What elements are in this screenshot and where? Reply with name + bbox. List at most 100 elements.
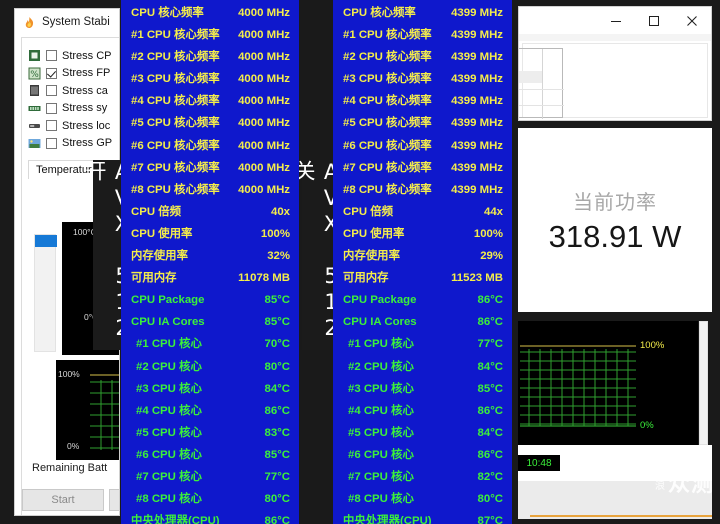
sensor-row-value: 44x [483,205,503,218]
sensor-row-value: 4000 MHz [238,139,290,152]
sensor-row-value: 4399 MHz [451,161,503,174]
sensor-row: #8 CPU 核心 80°C [131,493,290,516]
sensor-row: #4 CPU 核心 86°C [131,404,290,428]
sensor-row-value: 86°C [477,448,503,461]
sensor-row-label: #7 CPU 核心 [136,470,202,483]
right-usage-graph: 100% 0% [518,321,698,445]
maximize-button[interactable] [635,7,673,34]
sensor-row: CPU 使用率 100% [343,227,503,251]
sensor-row-label: CPU 核心频率 [343,7,416,19]
start-button[interactable]: Start [22,489,104,511]
sensor-row-value: 4399 MHz [451,7,503,19]
sensor-row-label: #4 CPU 核心频率 [343,95,432,108]
secondary-button[interactable] [109,489,119,511]
background-window-title-bar[interactable] [519,7,711,34]
sensor-row-value: 82°C [477,470,503,483]
sensor-row-value: 80°C [264,360,290,373]
stress-label-memory: Stress sy [62,102,108,115]
sensor-row-label: #1 CPU 核心频率 [343,29,432,42]
sensor-row: CPU Package 86°C [343,294,503,317]
load-axis-min-label: 0% [67,441,80,451]
sensor-row: 内存使用率 29% [343,250,503,273]
sensor-row-value: 86°C [264,404,290,417]
stress-checkbox-memory[interactable] [46,102,57,114]
sensor-row: #2 CPU 核心 84°C [343,361,503,384]
flame-icon [23,16,36,29]
sensor-row: #3 CPU 核心 84°C [131,383,290,406]
sensor-row-value: 4000 MHz [238,29,290,42]
stress-checkbox-cache[interactable] [46,85,57,97]
stress-checkbox-disk[interactable] [46,120,57,132]
sensor-row: #8 CPU 核心频率 4399 MHz [343,184,503,207]
cache-icon [30,85,39,97]
current-power-value: 318.91 W [548,218,682,254]
gpu-icon [28,138,41,148]
sensor-row: #7 CPU 核心频率 4399 MHz [343,161,503,185]
sensor-row-label: CPU 使用率 [343,227,405,240]
stress-option-cache[interactable]: Stress ca [28,82,119,100]
stress-option-gpu[interactable]: Stress GP [28,135,119,153]
sensor-row-label: #5 CPU 核心 [136,426,202,439]
sensor-row-value: 11078 MB [238,272,290,285]
sensor-row-value: 11523 MB [451,272,503,285]
stress-option-cpu[interactable]: Stress CP [28,47,119,65]
sensor-row: 内存使用率 32% [131,250,290,273]
button-row: Start [22,489,119,511]
stress-checkbox-gpu[interactable] [46,137,57,149]
minimize-button[interactable] [597,7,635,34]
stress-checkbox-cpu[interactable] [46,50,57,62]
stress-label-cache: Stress ca [62,84,108,97]
sensor-row-label: #3 CPU 核心频率 [343,73,432,86]
sensor-row-label: #8 CPU 核心频率 [131,183,220,196]
sensor-row: #3 CPU 核心频率 4399 MHz [343,73,503,96]
sensor-row: #6 CPU 核心频率 4399 MHz [343,140,503,163]
current-power-card: 当前功率 318.91 W [518,128,712,312]
sensor-row: #7 CPU 核心频率 4000 MHz [131,161,290,185]
sensor-row-value: 4000 MHz [238,161,290,174]
minimize-icon [611,20,621,22]
slider-thumb[interactable] [35,235,57,247]
svg-text:%: % [30,70,39,80]
sensor-row-value: 84°C [477,426,503,439]
sensor-row-label: #5 CPU 核心频率 [131,117,220,130]
sensor-row: #2 CPU 核心 80°C [131,360,290,384]
sensor-row: CPU 倍频 40x [131,206,290,229]
sensor-row-value: 85°C [264,448,290,461]
stress-label-cpu: Stress CP [62,49,112,62]
sensor-row-label: #4 CPU 核心 [136,404,202,417]
sensor-row: #1 CPU 核心频率 4000 MHz [131,29,290,52]
sensor-row-value: 4000 MHz [238,95,290,108]
sensor-row: #3 CPU 核心 85°C [343,383,503,406]
sensor-row: CPU IA Cores 86°C [343,316,503,339]
stress-label-fpu: Stress FP [62,67,111,80]
stress-checkbox-fpu[interactable] [46,67,57,79]
close-button[interactable] [673,7,711,34]
stress-label-gpu: Stress GP [62,137,113,150]
sensor-row: #5 CPU 核心频率 4000 MHz [131,118,290,140]
sensor-row: #6 CPU 核心 86°C [343,448,503,472]
sensor-row-label: CPU IA Cores [131,316,205,329]
sensor-row-value: 29% [480,250,503,263]
sensor-row-label: #3 CPU 核心频率 [131,73,220,86]
avx512-off-label: AVX 512 关 [292,160,343,350]
sensor-row-value: 32% [267,250,290,263]
graph-scroll-slider[interactable] [34,234,57,352]
sensor-row: #8 CPU 核心 80°C [343,493,503,516]
sensor-row-value: 86°C [477,404,503,417]
sensor-row-value: 83°C [264,426,290,439]
sensor-row: #8 CPU 核心频率 4000 MHz [131,183,290,207]
sensor-row: CPU Package 85°C [131,294,290,317]
stress-option-disk[interactable]: Stress loc [28,117,119,135]
sensor-row-label: #7 CPU 核心频率 [131,161,220,174]
sensor-row-label: CPU 倍频 [343,205,393,218]
sensor-row-value: 4399 MHz [451,29,503,42]
right-graph-min-label: 0% [640,420,654,431]
stress-option-fpu[interactable]: % Stress FP [28,65,119,83]
cpu-icon [29,50,40,62]
aida64-title-bar[interactable]: System Stabi [15,9,119,35]
sensor-row-value: 86°C [477,294,503,307]
sensor-row: 可用内存 11078 MB [131,272,290,295]
stress-option-memory[interactable]: Stress sy [28,100,119,118]
sensor-row-value: 4000 MHz [238,51,290,64]
right-scrollbar[interactable] [699,321,708,445]
